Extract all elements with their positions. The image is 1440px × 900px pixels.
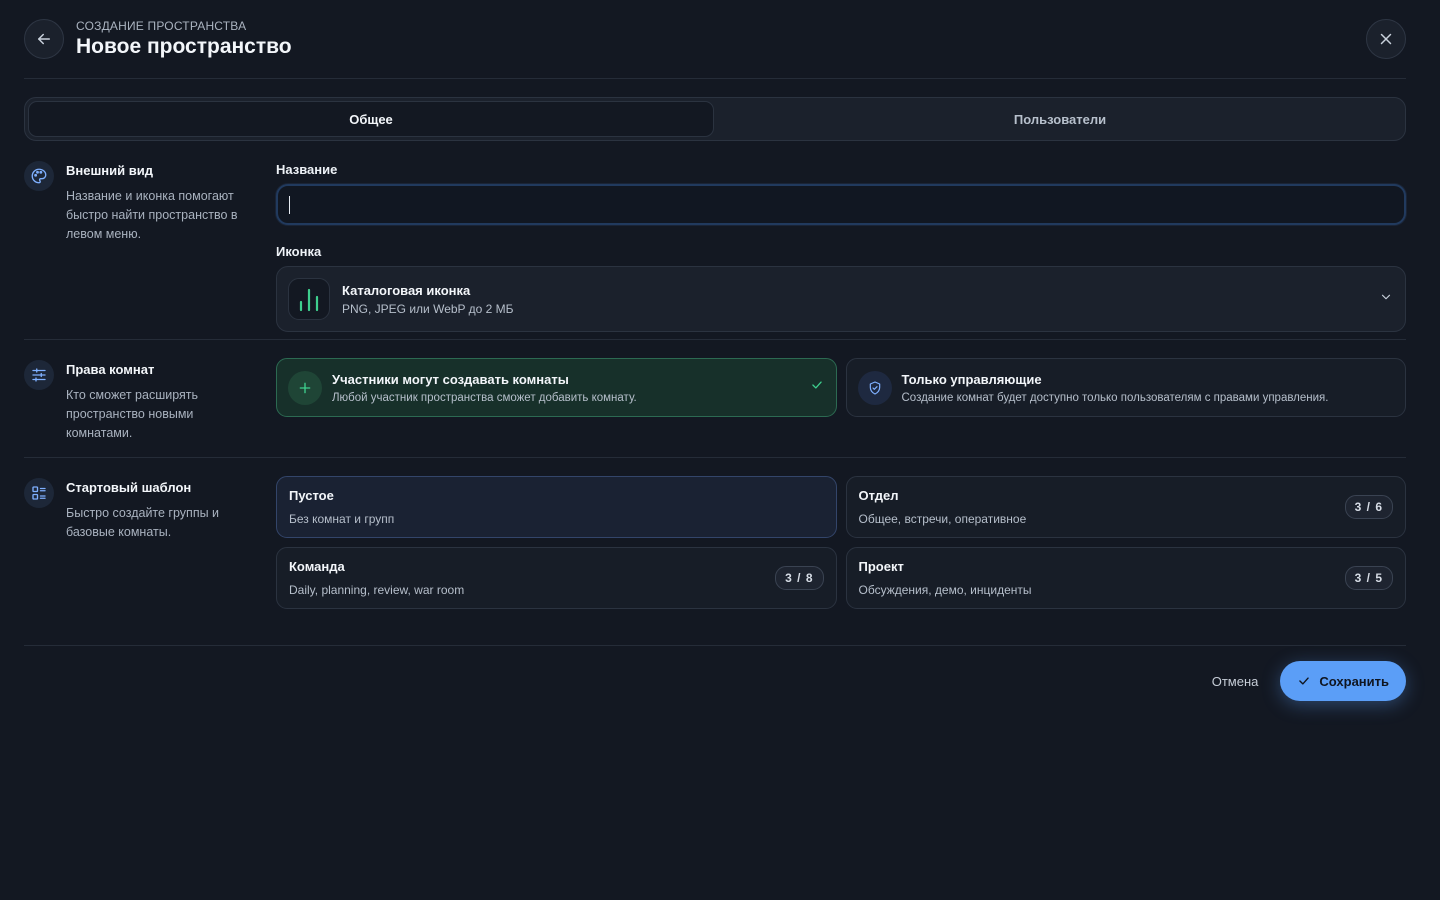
tab-bar: Общее Пользователи [24,97,1406,141]
text-caret [289,195,290,214]
appearance-description: Название и иконка помогают быстро найти … [66,189,238,241]
option-title: Участники могут создавать комнаты [332,371,569,387]
count-badge: 3 / 8 [775,566,824,590]
back-button[interactable] [24,19,64,59]
tab-users[interactable]: Пользователи [718,101,1402,137]
palette-icon [24,161,54,191]
template-texts: Проект Обсуждения, демо, инциденты [859,559,1345,597]
name-label: Название [276,162,338,177]
option-description: Создание комнат будет доступно только по… [901,391,1329,404]
appearance-texts: Внешний вид Название и иконка помогают б… [66,161,252,339]
option-title: Только управляющие [901,371,1042,387]
option-texts: Участники могут создавать комнаты Любой … [332,372,810,404]
option-description: Любой участник пространства сможет добав… [332,391,637,404]
icon-subtitle: PNG, JPEG или WebP до 2 МБ [342,301,514,316]
icon-texts: Каталоговая иконка PNG, JPEG или WebP до… [342,283,1379,316]
shield-check-icon [857,370,892,405]
page-title: Новое пространство [76,35,292,58]
appearance-section: Внешний вид Название и иконка помогают б… [24,141,1406,340]
chevron-down-icon [1379,290,1393,309]
count-badge: 3 / 5 [1344,566,1393,590]
create-space-page: СОЗДАНИЕ ПРОСТРАНСТВА Новое пространство… [0,0,1440,900]
template-description: Быстро создайте группы и базовые комнаты… [66,506,220,539]
appearance-info: Внешний вид Название и иконка помогают б… [24,141,276,339]
close-icon [1380,33,1392,45]
template-section: Стартовый шаблон Быстро создайте группы … [24,458,1406,646]
cancel-button[interactable]: Отмена [1212,674,1259,689]
bar-chart-icon [288,278,330,320]
sliders-icon [24,360,54,390]
template-name: Команда [289,559,345,574]
save-button[interactable]: Сохранить [1280,661,1406,701]
template-title: Стартовый шаблон [66,480,192,495]
header-eyebrow: СОЗДАНИЕ ПРОСТРАНСТВА [76,19,247,33]
appearance-title: Внешний вид [66,163,153,178]
option-members-can-create[interactable]: Участники могут создавать комнаты Любой … [276,358,837,417]
name-input[interactable] [276,184,1406,225]
header-texts: СОЗДАНИЕ ПРОСТРАНСТВА Новое пространство [76,19,292,59]
icon-select[interactable]: Каталоговая иконка PNG, JPEG или WebP до… [276,266,1406,332]
template-texts: Пустое Без комнат и групп [289,488,824,526]
template-empty[interactable]: Пустое Без комнат и групп [276,476,837,538]
check-icon [810,378,824,397]
rights-info: Права комнат Кто сможет расширять простр… [24,340,276,457]
save-label: Сохранить [1319,673,1389,689]
header: СОЗДАНИЕ ПРОСТРАНСТВА Новое пространство [24,0,1406,79]
template-name: Проект [858,559,904,574]
template-texts: Стартовый шаблон Быстро создайте группы … [66,478,252,645]
option-texts: Только управляющие Создание комнат будет… [902,372,1394,404]
rights-texts: Права комнат Кто сможет расширять простр… [66,360,252,457]
plus-icon [288,370,322,405]
rights-description: Кто сможет расширять пространство новыми… [66,388,199,440]
count-badge: 3 / 6 [1344,495,1393,519]
footer-actions: Отмена Сохранить [24,646,1406,701]
template-project[interactable]: Проект Обсуждения, демо, инциденты 3 / 5 [845,547,1406,609]
option-managers-only[interactable]: Только управляющие Создание комнат будет… [845,358,1406,417]
icon-label: Иконка [276,244,322,259]
template-description: Общее, встречи, оперативное [858,512,1027,526]
template-team[interactable]: Команда Daily, planning, review, war roo… [276,547,837,609]
template-name: Отдел [858,488,899,503]
close-button[interactable] [1366,19,1406,59]
template-texts: Отдел Общее, встречи, оперативное [859,488,1345,526]
template-info: Стартовый шаблон Быстро создайте группы … [24,458,276,645]
template-description: Обсуждения, демо, инциденты [858,583,1032,597]
appearance-body: Название Иконка Каталоговая иконка PNG, … [276,141,1406,339]
header-left: СОЗДАНИЕ ПРОСТРАНСТВА Новое пространство [24,19,292,59]
rights-body: Участники могут создавать комнаты Любой … [276,340,1406,457]
rights-title: Права комнат [66,362,155,377]
template-description: Без комнат и групп [289,512,395,526]
template-texts: Команда Daily, planning, review, war roo… [289,559,775,597]
check-icon [1299,677,1310,685]
template-name: Пустое [289,488,334,503]
tab-general[interactable]: Общее [28,101,714,137]
template-description: Daily, planning, review, war room [289,583,465,597]
layout-list-icon [24,478,54,508]
rights-section: Права комнат Кто сможет расширять простр… [24,340,1406,458]
template-grid: Пустое Без комнат и групп Отдел Общее, в… [276,458,1406,645]
arrow-left-icon [38,33,50,45]
template-department[interactable]: Отдел Общее, встречи, оперативное 3 / 6 [845,476,1406,538]
icon-title: Каталоговая иконка [342,282,471,298]
